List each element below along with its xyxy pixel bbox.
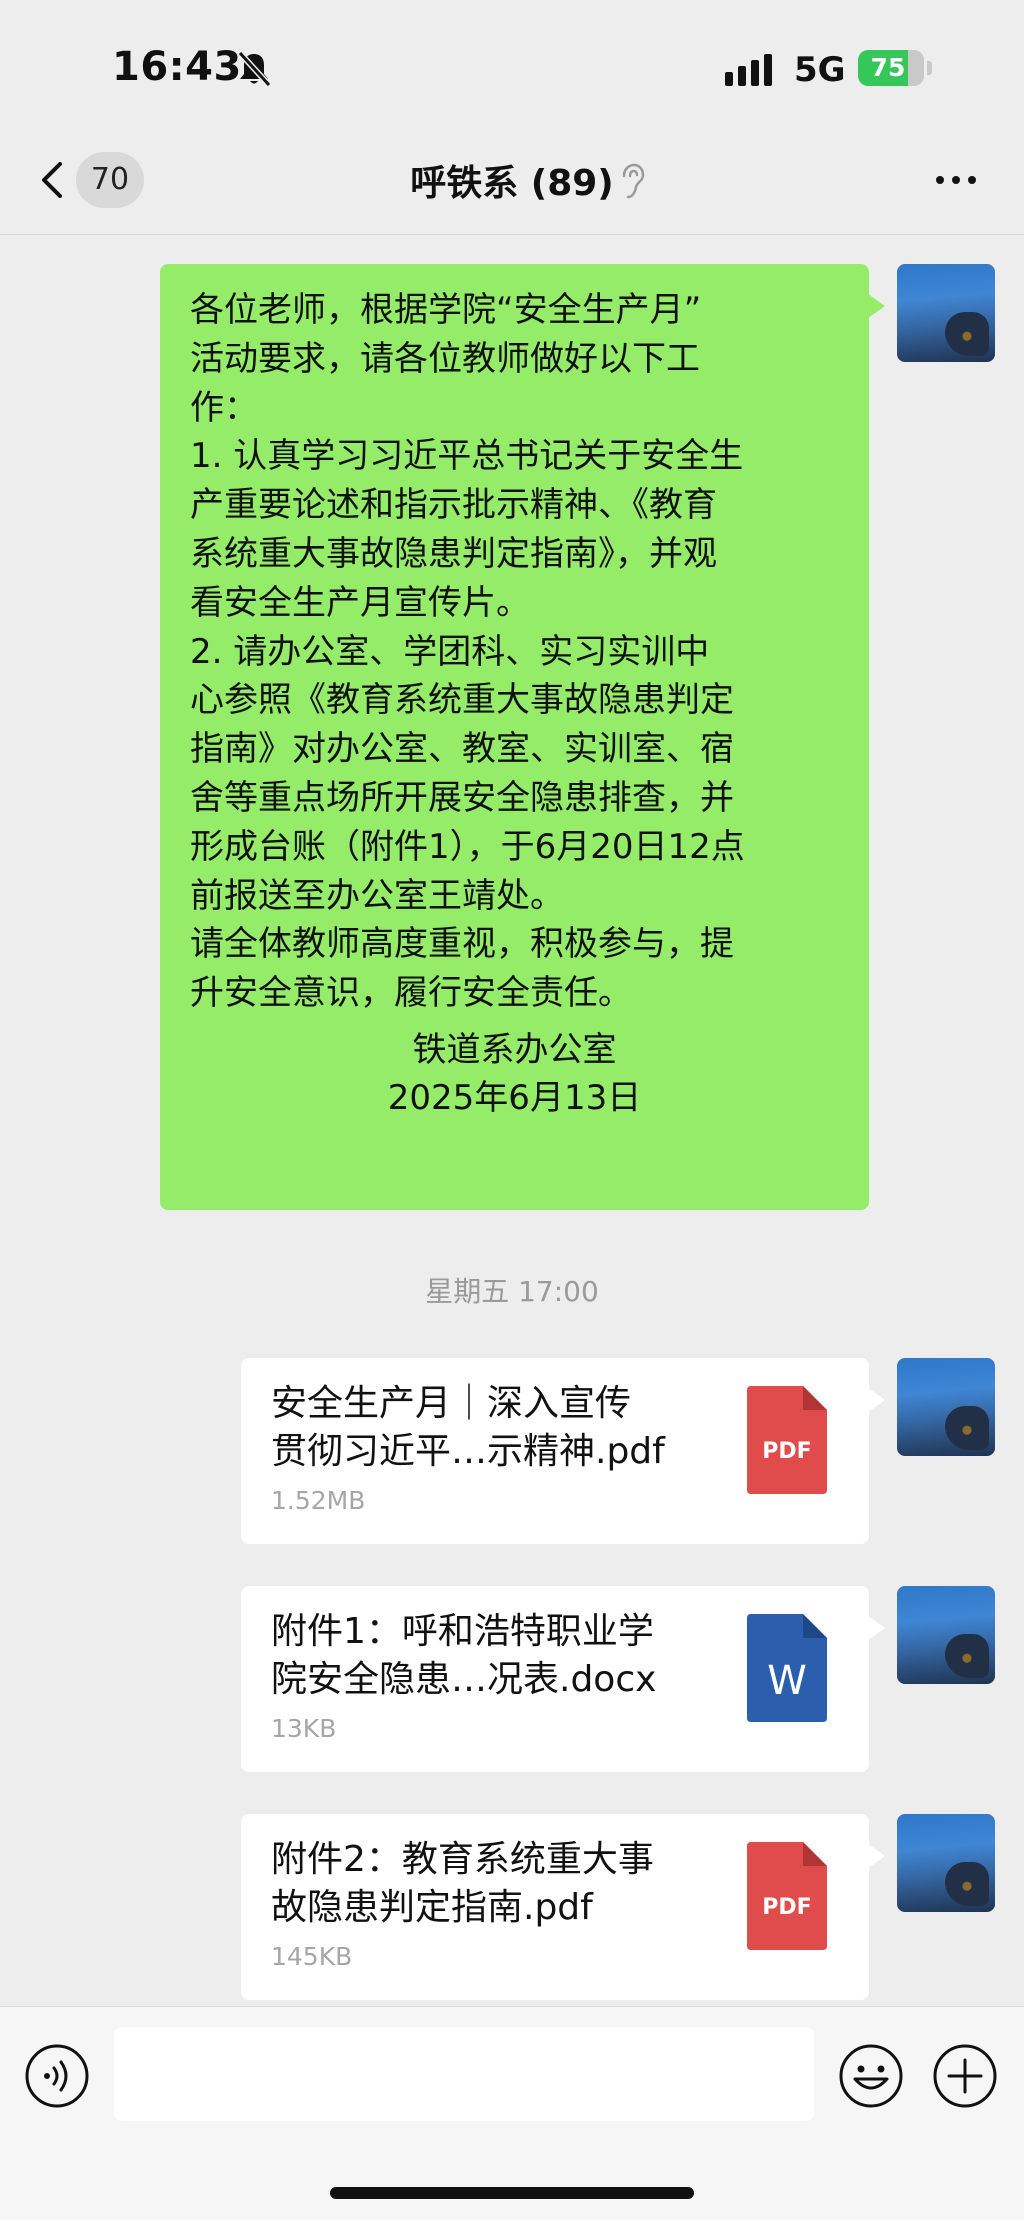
- avatar[interactable]: [897, 1814, 995, 1912]
- file-name: 安全生产月｜深入宣传 贯彻习近平…示精神.pdf: [271, 1383, 665, 1472]
- file-message-card[interactable]: 附件1：呼和浩特职业学 院安全隐患…况表.docx 13KB W: [241, 1586, 885, 1772]
- emoji-icon[interactable]: [838, 2043, 904, 2109]
- chat-input-bar: [0, 2006, 1024, 2220]
- word-file-icon: W: [747, 1614, 827, 1722]
- avatar[interactable]: [897, 1586, 995, 1684]
- file-size: 145KB: [271, 1942, 353, 1971]
- file-type-label: PDF: [762, 1895, 811, 1920]
- avatar[interactable]: [897, 264, 995, 362]
- message-input[interactable]: [114, 2027, 814, 2121]
- home-indicator: [330, 2187, 694, 2199]
- message-signature-dept: 铁道系办公室: [412, 1030, 617, 1070]
- battery-percent: 75: [870, 53, 906, 82]
- voice-icon[interactable]: [24, 2043, 90, 2109]
- message-signature-date: 2025年6月13日: [387, 1078, 642, 1118]
- file-type-label: W: [767, 1658, 807, 1704]
- network-type: 5G: [794, 50, 846, 90]
- plus-icon[interactable]: [932, 2043, 998, 2109]
- file-size: 1.52MB: [271, 1486, 366, 1515]
- signal-icon: [725, 54, 772, 86]
- chat-header: 70 呼铁系 (89): [0, 140, 1024, 235]
- status-time: 16:43: [112, 44, 242, 90]
- file-message-card[interactable]: 附件2：教育系统重大事 故隐患判定指南.pdf 145KB PDF: [241, 1814, 885, 2000]
- ear-icon: [622, 163, 645, 199]
- chat-title: 呼铁系 (89): [0, 154, 1024, 206]
- file-name: 附件1：呼和浩特职业学 院安全隐患…况表.docx: [271, 1611, 657, 1700]
- message-timestamp: 星期五 17:00: [425, 1275, 599, 1308]
- text-message-bubble[interactable]: 各位老师，根据学院“安全生产月” 活动要求，请各位教师做好以下工 作： 1. 认…: [160, 264, 885, 1210]
- more-icon[interactable]: [932, 166, 980, 194]
- battery-indicator: 75: [858, 50, 934, 86]
- chat-title-text: 呼铁系 (89): [410, 163, 614, 204]
- file-message-card[interactable]: 安全生产月｜深入宣传 贯彻习近平…示精神.pdf 1.52MB PDF: [241, 1358, 885, 1544]
- status-bar: 16:43 5G 75: [0, 0, 1024, 140]
- bell-mute-icon: [237, 50, 272, 88]
- file-type-label: PDF: [762, 1439, 811, 1464]
- pdf-file-icon: PDF: [747, 1842, 827, 1950]
- message-body: 各位老师，根据学院“安全生产月” 活动要求，请各位教师做好以下工 作： 1. 认…: [190, 290, 745, 1014]
- pdf-file-icon: PDF: [747, 1386, 827, 1494]
- file-size: 13KB: [271, 1714, 337, 1743]
- avatar[interactable]: [897, 1358, 995, 1456]
- file-name: 附件2：教育系统重大事 故隐患判定指南.pdf: [271, 1839, 654, 1928]
